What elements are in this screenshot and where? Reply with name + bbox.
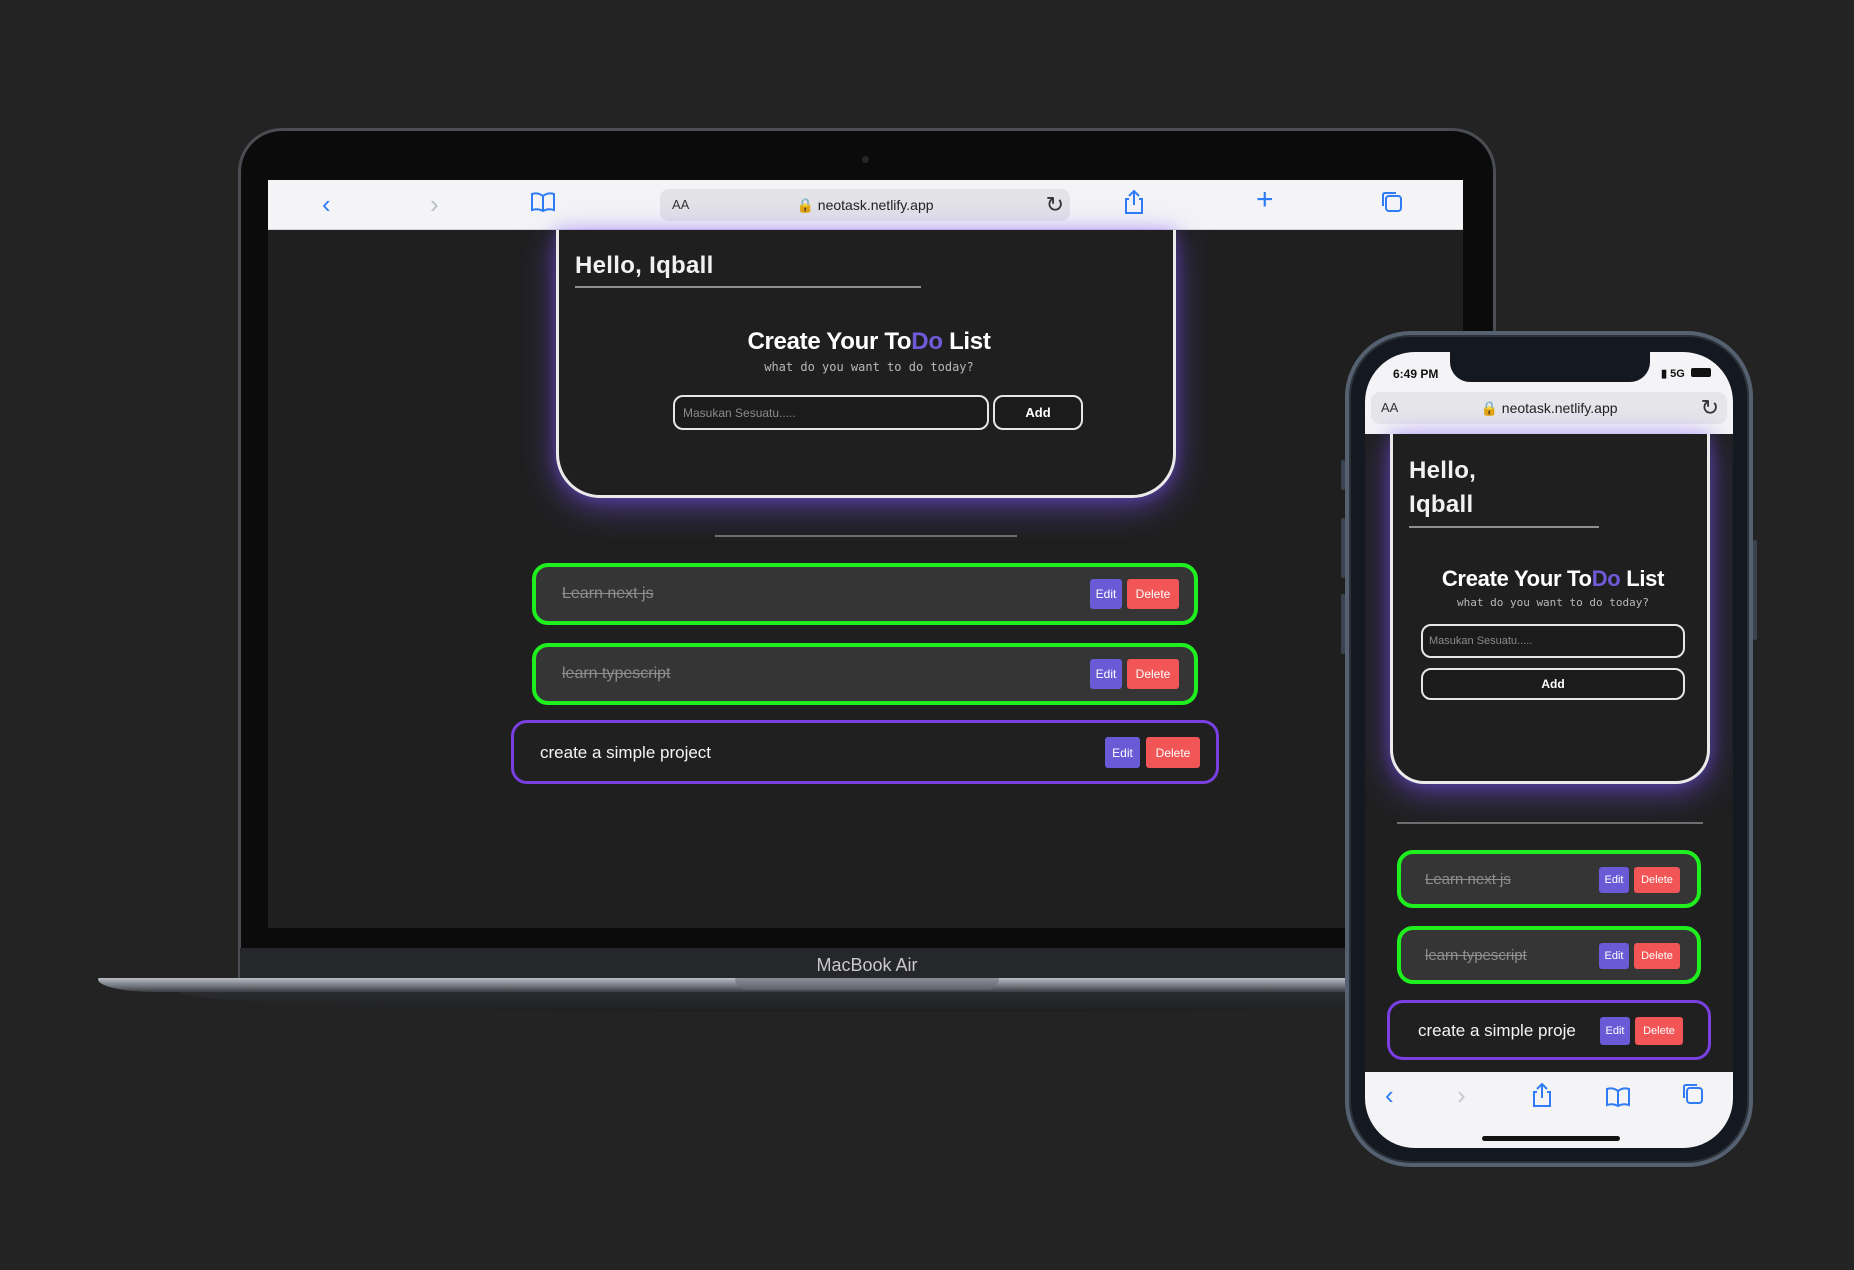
forward-icon[interactable]: › [430,190,439,218]
laptop-brand-label: MacBook Air [816,955,918,975]
section-divider [1397,822,1703,824]
edit-button[interactable]: Edit [1105,737,1140,768]
app-title: Create Your ToDo List [747,328,991,355]
todo-item: create a simple project Edit Delete [511,720,1219,784]
greeting: Hello, Iqball [575,252,714,279]
battery-icon [1691,368,1711,377]
delete-button[interactable]: Delete [1127,659,1179,689]
signal-icon: ▮ 5G [1661,368,1685,380]
phone-side-button [1753,540,1757,640]
todo-item: Learn next js Edit Delete [1397,850,1701,908]
todo-text: create a simple project [540,743,712,762]
share-icon[interactable] [1123,189,1145,220]
greeting-line-2: Iqball [1409,491,1474,518]
laptop-camera [862,156,869,163]
edit-button[interactable]: Edit [1600,1017,1630,1045]
back-icon[interactable]: ‹ [1385,1080,1394,1111]
edit-button[interactable]: Edit [1599,943,1629,969]
app-title: Create Your ToDo List [1441,566,1665,591]
back-icon[interactable]: ‹ [322,190,331,218]
laptop-screen: ‹ › AA 🔒 neotask.netlify.app ↻ + Hello, … [268,180,1463,928]
phone-address-bar[interactable]: AA 🔒 neotask.netlify.app ↻ [1371,392,1727,424]
todo-text: create a simple proje [1418,1021,1576,1040]
todo-text: learn typescript [562,665,671,682]
laptop-hinge-notch [735,978,999,990]
section-divider [715,535,1017,537]
todo-item: create a simple proje Edit Delete [1387,1000,1711,1060]
tabs-icon[interactable] [1681,1082,1705,1113]
delete-button[interactable]: Delete [1634,943,1680,969]
todo-input[interactable] [1421,624,1685,658]
greeting-underline [575,286,921,288]
phone-notch [1450,352,1650,382]
url-text: 🔒 neotask.netlify.app [1480,400,1618,416]
todo-item: learn typescript Edit Delete [1397,926,1701,984]
greeting-underline [1409,526,1599,528]
todo-text: Learn next js [562,585,654,602]
share-icon[interactable] [1531,1082,1553,1115]
edit-button[interactable]: Edit [1599,867,1629,893]
todo-text: learn typescript [1425,947,1527,964]
delete-button[interactable]: Delete [1127,579,1179,609]
edit-button[interactable]: Edit [1090,659,1122,689]
tabs-icon[interactable] [1380,190,1404,219]
phone-todo-card: Hello, Iqball Create Your ToDo List what… [1390,434,1710,784]
edit-button[interactable]: Edit [1090,579,1122,609]
forward-icon[interactable]: › [1457,1080,1466,1111]
reload-icon[interactable]: ↻ [1046,192,1064,218]
new-tab-icon[interactable]: + [1256,185,1274,215]
app-subtitle: what do you want to do today? [764,360,974,374]
status-time: 6:49 PM [1393,367,1439,381]
todo-input[interactable] [673,395,989,430]
todo-item: Learn next js Edit Delete [532,563,1198,625]
phone-screen: 6:49 PM ▮ 5G AA 🔒 neotask.netlify.app ↻ … [1365,352,1733,1148]
app-subtitle: what do you want to do today? [1456,596,1650,609]
add-button[interactable]: Add [1421,668,1685,700]
greeting-line-1: Hello, [1409,457,1477,484]
delete-button[interactable]: Delete [1634,867,1680,893]
laptop-address-bar[interactable]: AA 🔒 neotask.netlify.app ↻ [660,189,1070,221]
reload-icon[interactable]: ↻ [1701,395,1719,421]
add-button[interactable]: Add [993,395,1083,430]
laptop-safari-toolbar: ‹ › AA 🔒 neotask.netlify.app ↻ + [268,180,1463,230]
home-indicator[interactable] [1482,1136,1620,1141]
delete-button[interactable]: Delete [1146,737,1200,768]
url-text: 🔒 neotask.netlify.app [796,197,934,213]
bookmarks-icon[interactable] [530,190,556,218]
todo-text: Learn next js [1425,871,1511,888]
laptop-todo-card: Hello, Iqball Create Your ToDo List what… [556,230,1176,498]
delete-button[interactable]: Delete [1635,1017,1683,1045]
todo-item: learn typescript Edit Delete [532,643,1198,705]
bookmarks-icon[interactable] [1605,1084,1631,1115]
